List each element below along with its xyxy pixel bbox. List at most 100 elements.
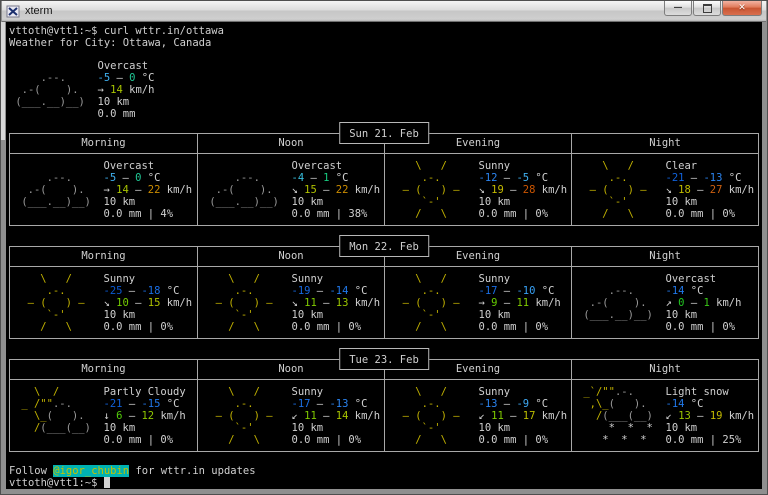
current-weather-line: (___.__)__) 10 km <box>9 96 130 108</box>
forecast-line: – ( ) – → 9 – 11 km/h <box>390 297 561 309</box>
forecast-col: Noon \ / Sunny .-. -19 – -14 °C – ( ) – … <box>197 247 384 338</box>
footer-line: Follow @igor_chubin for wttr.in updates <box>9 465 256 477</box>
forecast-line: (___.__)__) 10 km <box>577 309 698 321</box>
forecast-line: `-' 10 km <box>203 309 324 321</box>
close-icon: ✕ <box>738 2 746 13</box>
period-header: Morning <box>10 247 197 267</box>
forecast-line: / \ 0.0 mm | 0% <box>577 208 736 220</box>
location-line: Weather for City: Ottawa, Canada <box>9 37 212 49</box>
forecast-line: .--. -14 °C <box>577 285 704 297</box>
footer-suffix: for wttr.in updates <box>129 465 256 477</box>
forecast-line: \ / Sunny <box>203 273 324 285</box>
forecast-cell: \ / Sunny .-. -13 – -9 °C – ( ) – ↙ 11 –… <box>385 380 571 446</box>
forecast-cell: \ / Clear .-. -21 – -13 °C – ( ) – ↘ 18 … <box>572 154 758 220</box>
terminal-scrollbar[interactable] <box>1 22 5 140</box>
xterm-app-icon <box>6 4 21 19</box>
forecast-cell: _`/"".-. Light snow ,\_( ). -14 °C /(___… <box>572 380 758 446</box>
period-header: Morning <box>10 360 197 380</box>
forecast-line: .-. -19 – -14 °C <box>203 285 368 297</box>
forecast-line: /(___(__) ↙ 13 – 19 km/h <box>577 410 755 422</box>
forecast-line: 0.0 mm | 38% <box>291 208 368 220</box>
forecast-day-table: Sun 21. Feb Morning Overcast .--. -5 – 0… <box>9 122 759 226</box>
forecast-cell: \ / Partly Cloudy _ /"".-. -21 – -15 °C … <box>10 380 197 446</box>
minimize-button[interactable]: — <box>664 1 692 16</box>
forecast-cell: \ / Sunny .-. -25 – -18 °C – ( ) – ↘ 10 … <box>10 267 197 333</box>
forecast-col: Evening \ / Sunny .-. -12 – -5 °C – ( ) … <box>384 134 571 225</box>
forecast-line: .-. -17 – -13 °C <box>203 398 368 410</box>
terminal-screen[interactable]: vttoth@vtt1:~$ curl wttr.in/ottawa Weath… <box>6 22 762 489</box>
forecast-grid: Morning Overcast .--. -5 – 0 °C .-( ). →… <box>9 133 759 226</box>
forecast-line: \ / Sunny <box>15 273 136 285</box>
forecast-line: \ / Sunny <box>390 273 511 285</box>
current-weather-line: Overcast <box>97 60 149 72</box>
current-weather: Overcast .--. -5 – 0 °C .-( ). → 14 km/h… <box>9 60 154 120</box>
current-weather-line: .-( ). → 14 km/h <box>9 84 155 96</box>
forecast-line: 0.0 mm | 4% <box>103 208 174 220</box>
prompt-line[interactable]: vttoth@vtt1:~$ <box>9 477 110 489</box>
xterm-window: xterm — ✕ vttoth@vtt1:~$ curl wttr.in/ot… <box>0 0 768 495</box>
forecast-col: Night Overcast .--. -14 °C .-( ). ↗ 0 – … <box>571 247 758 338</box>
forecast-line: 0.0 mm | 0% <box>103 434 174 446</box>
forecast-col: Night _`/"".-. Light snow ,\_( ). -14 °C… <box>571 360 758 451</box>
forecast-line: Overcast <box>103 160 155 172</box>
forecast-line: \ / Clear <box>577 160 698 172</box>
forecast-date: Mon 22. Feb <box>349 241 419 253</box>
forecast-col: Morning Overcast .--. -5 – 0 °C .-( ). →… <box>10 134 197 225</box>
current-weather-line: 0.0 mm <box>97 108 136 120</box>
forecast-line: \ / Sunny <box>390 160 511 172</box>
forecast-line: .-. -12 – -5 °C <box>390 172 549 184</box>
forecast-line: * * * 10 km <box>577 422 698 434</box>
forecast-line: – ( ) – ↘ 19 – 28 km/h <box>390 184 568 196</box>
forecast-line: _ /"".-. -21 – -15 °C <box>15 398 180 410</box>
forecast-col: Evening \ / Sunny .-. -13 – -9 °C – ( ) … <box>384 360 571 451</box>
forecast-line: / \ 0.0 mm | 0% <box>15 321 174 333</box>
forecast-line: / \ 0.0 mm | 0% <box>203 321 362 333</box>
forecast-line: `-' 10 km <box>577 196 698 208</box>
forecast-line: / \ 0.0 mm | 0% <box>390 208 549 220</box>
window-title: xterm <box>25 5 53 17</box>
forecast-line: _`/"".-. Light snow <box>577 386 729 398</box>
forecast-line: / \ 0.0 mm | 0% <box>390 321 549 333</box>
forecast-line: \ / Sunny <box>203 386 324 398</box>
maximize-button[interactable] <box>693 1 721 16</box>
forecast-col: Morning \ / Partly Cloudy _ /"".-. -21 –… <box>10 360 197 451</box>
forecast-line: * * * 0.0 mm | 25% <box>577 434 742 446</box>
forecast-date-box: Mon 22. Feb <box>339 235 429 257</box>
forecast-cell: \ / Sunny .-. -17 – -13 °C – ( ) – ↙ 11 … <box>198 380 384 446</box>
forecast-line: – ( ) – ↙ 11 – 14 km/h <box>203 410 381 422</box>
forecast-line: (___.__)__) 10 km <box>203 196 324 208</box>
forecast-line: `-' 10 km <box>390 309 511 321</box>
forecast-cell: Overcast .--. -14 °C .-( ). ↗ 0 – 1 km/h… <box>572 267 758 333</box>
forecast-line: Overcast <box>665 273 717 285</box>
forecast-line: .--. -5 – 0 °C <box>15 172 161 184</box>
forecast-line: `-' 10 km <box>390 422 511 434</box>
forecast-line: .-. -17 – -10 °C <box>390 285 555 297</box>
current-weather-line: .--. -5 – 0 °C <box>9 72 155 84</box>
forecast-line: – ( ) – ↘ 10 – 15 km/h <box>15 297 193 309</box>
forecast-line: 0.0 mm | 0% <box>665 321 736 333</box>
forecast-col: Evening \ / Sunny .-. -17 – -10 °C – ( )… <box>384 247 571 338</box>
forecast-cell: \ / Sunny .-. -19 – -14 °C – ( ) – ↘ 11 … <box>198 267 384 333</box>
forecast-date-box: Sun 21. Feb <box>339 122 429 144</box>
forecast-line: .-. -13 – -9 °C <box>390 398 549 410</box>
maximize-icon <box>702 3 712 13</box>
forecast-date: Tue 23. Feb <box>349 354 419 366</box>
forecast-cell: Overcast .--. -5 – 0 °C .-( ). → 14 – 22… <box>10 154 197 220</box>
forecast-grid: Morning \ / Sunny .-. -25 – -18 °C – ( )… <box>9 246 759 339</box>
prompt-text: vttoth@vtt1:~$ <box>9 477 104 489</box>
forecast-day-table: Mon 22. Feb Morning \ / Sunny .-. -25 – … <box>9 235 759 339</box>
forecast-date: Sun 21. Feb <box>349 128 419 140</box>
forecast-line: /(___(__) 10 km <box>15 422 136 434</box>
forecast-col: Noon Overcast .--. -4 – 1 °C .-( ). ↘ 15… <box>197 134 384 225</box>
forecast-line: \ / Sunny <box>390 386 511 398</box>
forecast-grid: Morning \ / Partly Cloudy _ /"".-. -21 –… <box>9 359 759 452</box>
command-line: vttoth@vtt1:~$ curl wttr.in/ottawa <box>9 25 224 37</box>
minimize-icon: — <box>673 2 683 13</box>
twitter-handle[interactable]: @igor_chubin <box>53 465 130 477</box>
forecast-line: – ( ) – ↘ 18 – 27 km/h <box>577 184 755 196</box>
forecast-line: `-' 10 km <box>203 422 324 434</box>
close-button[interactable]: ✕ <box>722 1 762 16</box>
period-header: Morning <box>10 134 197 154</box>
forecast-line: ,\_( ). -14 °C <box>577 398 704 410</box>
titlebar[interactable]: xterm — ✕ <box>2 1 766 22</box>
